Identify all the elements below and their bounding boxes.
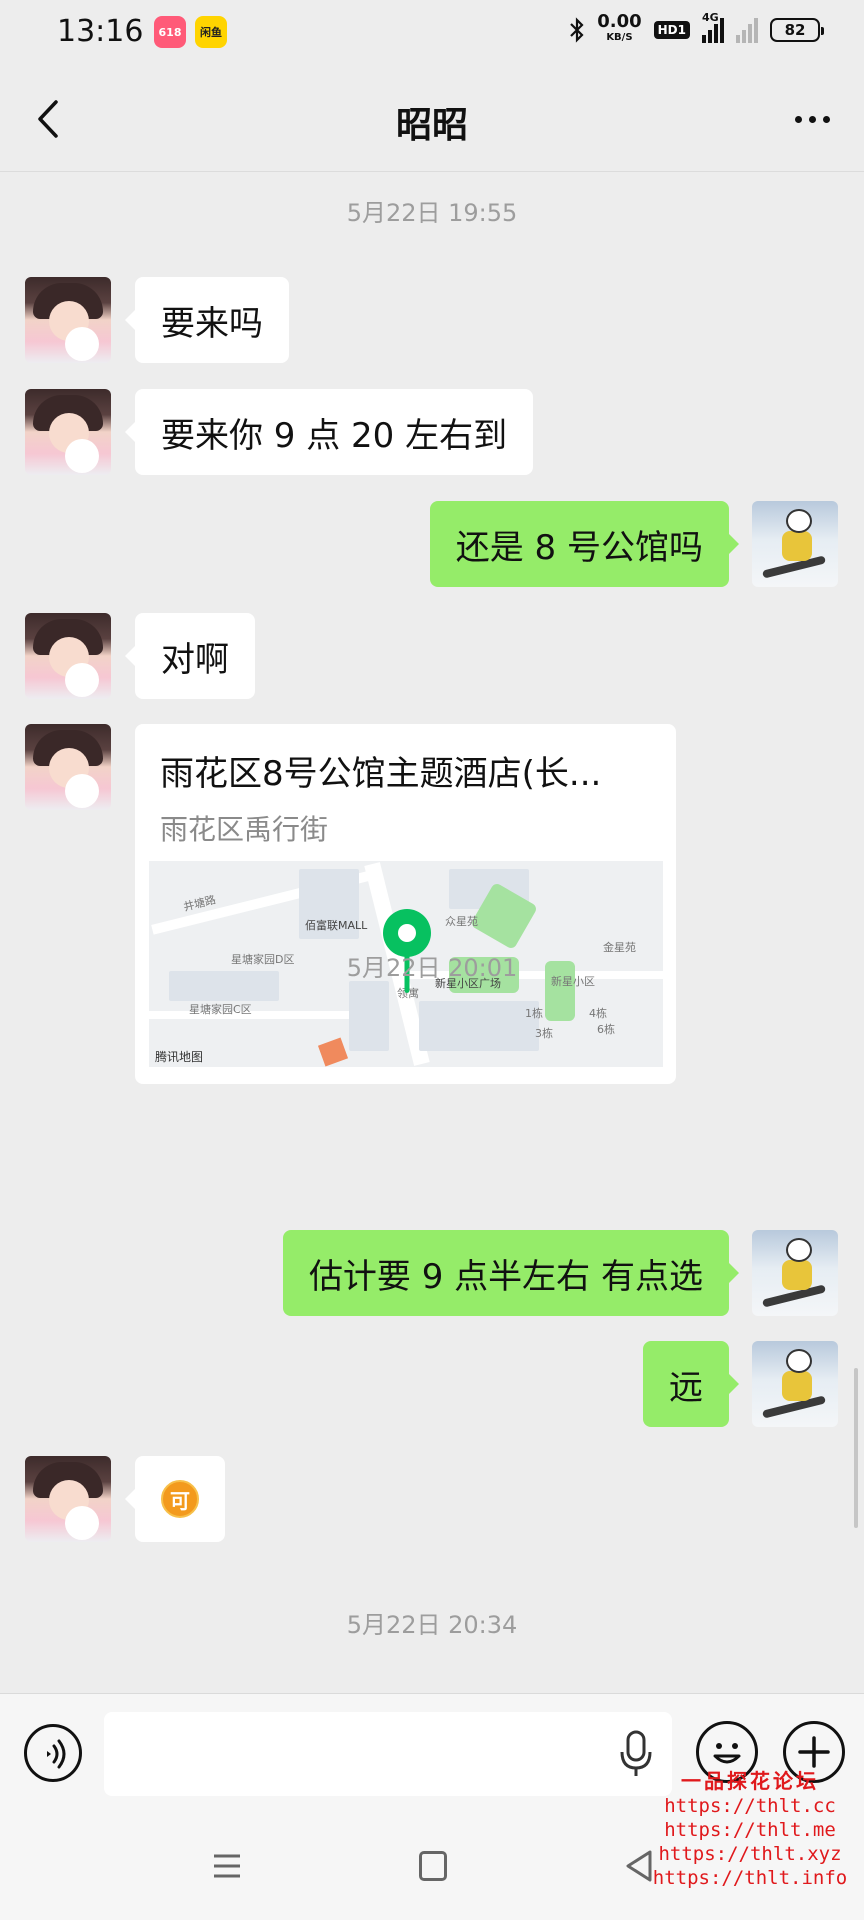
map-label: 1栋 xyxy=(525,1007,543,1020)
message-bubble-outgoing[interactable]: 还是 8 号公馆吗 xyxy=(429,501,740,587)
menu-icon[interactable] xyxy=(212,1851,242,1881)
timestamp: 5月22日 20:01 xyxy=(346,954,518,982)
map-label: 3栋 xyxy=(535,1027,553,1040)
location-address: 雨花区禹行街 xyxy=(160,813,329,846)
message-bubble-incoming[interactable]: 对啊 xyxy=(125,613,255,699)
message-bubble-outgoing[interactable]: 估计要 9 点半左右 有点选 xyxy=(282,1230,740,1316)
watermark-title: 一品探花论坛 xyxy=(681,1769,819,1793)
net-speed: 0.00 KB/S xyxy=(597,11,642,44)
message-bubble-outgoing[interactable]: 远 xyxy=(643,1341,739,1427)
timestamp: 5月22日 20:34 xyxy=(346,1611,518,1639)
network-type: 4G xyxy=(702,11,719,24)
contact-avatar[interactable] xyxy=(25,277,111,363)
map-landmark xyxy=(317,1037,349,1067)
watermark-url: https://thlt.cc xyxy=(664,1795,836,1817)
message-bubble-incoming[interactable]: 要来吗 xyxy=(125,277,289,363)
voice-icon[interactable] xyxy=(24,1724,82,1782)
signal-2-icon xyxy=(736,17,758,43)
status-time: 13:16 xyxy=(57,14,144,49)
my-avatar[interactable] xyxy=(752,1341,838,1427)
my-avatar[interactable] xyxy=(752,501,838,587)
location-name: 雨花区8号公馆主题酒店(长... xyxy=(160,754,602,794)
contact-avatar[interactable] xyxy=(25,613,111,699)
map-label: 6栋 xyxy=(597,1023,615,1036)
location-card[interactable]: 雨花区8号公馆主题酒店(长... 雨花区禹行街 井塘路 佰富联MALL 星塘家园… xyxy=(135,724,676,1084)
timestamp: 5月22日 19:55 xyxy=(346,199,518,227)
app-618-icon: 618 xyxy=(154,16,186,48)
chat-header: 昭昭 xyxy=(0,66,864,172)
contact-avatar[interactable] xyxy=(25,389,111,475)
watermark-url: https://thlt.info xyxy=(652,1867,848,1889)
map-label: 4栋 xyxy=(589,1007,607,1020)
map-label: 佰富联MALL xyxy=(305,919,368,932)
watermark: 一品探花论坛 https://thlt.cc https://thlt.me h… xyxy=(640,1765,860,1890)
status-right: 0.00 KB/S HD1 4G 82 xyxy=(569,11,824,46)
my-avatar[interactable] xyxy=(752,1230,838,1316)
map-label: 众星苑 xyxy=(445,915,478,928)
contact-avatar[interactable] xyxy=(25,724,111,810)
map-road xyxy=(149,1011,379,1019)
bluetooth-icon xyxy=(570,17,584,43)
sticker-bubble[interactable]: 可 xyxy=(125,1456,225,1542)
sticker-coin-icon: 可 xyxy=(161,1480,199,1518)
watermark-url: https://thlt.xyz xyxy=(658,1843,842,1865)
chat-title: 昭昭 xyxy=(395,105,468,146)
home-icon[interactable] xyxy=(419,1851,447,1881)
more-dots-icon[interactable] xyxy=(784,96,840,142)
map-building xyxy=(419,1001,539,1051)
chat-area[interactable]: 5月22日 19:55 要来吗 要来你 9 点 20 左右到 还是 8 号公馆吗… xyxy=(0,173,864,1693)
map-label: 星塘家园C区 xyxy=(189,1003,252,1016)
signal-4g: 4G xyxy=(702,11,724,43)
message-bubble-incoming[interactable]: 要来你 9 点 20 左右到 xyxy=(124,389,534,475)
app-xianyu-icon: 闲鱼 xyxy=(195,16,227,48)
hd-badge: HD1 xyxy=(653,21,690,39)
status-bar: 13:16 618 闲鱼 0.00 KB/S HD1 4G 82 xyxy=(0,0,864,66)
watermark-url: https://thlt.me xyxy=(664,1819,836,1841)
map-credit: 腾讯地图 xyxy=(155,1050,204,1064)
scrollbar[interactable] xyxy=(854,1368,858,1528)
battery-icon: 82 xyxy=(770,18,824,42)
contact-avatar[interactable] xyxy=(25,1456,111,1542)
battery-level: 82 xyxy=(784,21,806,39)
voice-waves-icon xyxy=(47,1739,66,1769)
message-input[interactable] xyxy=(104,1712,672,1796)
